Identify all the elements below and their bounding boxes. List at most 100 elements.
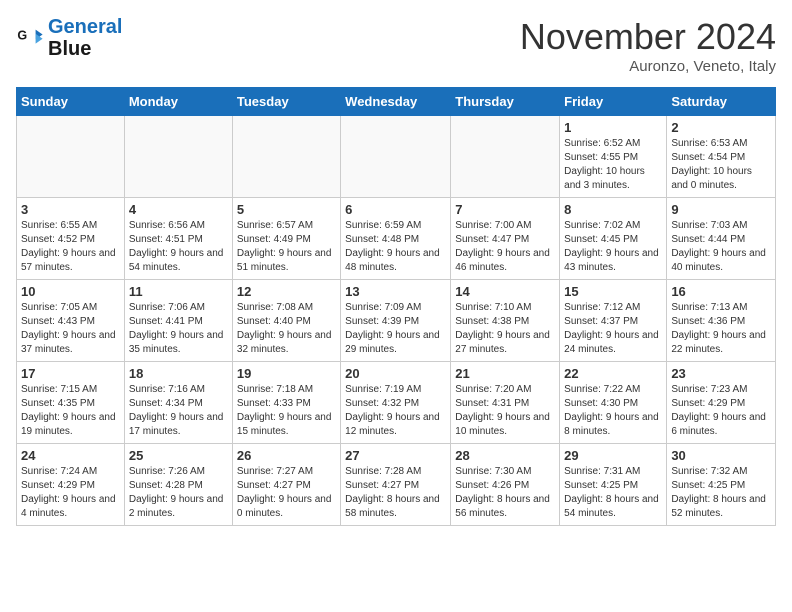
day-info: Sunrise: 6:59 AM Sunset: 4:48 PM Dayligh…: [345, 219, 446, 275]
logo-icon: G: [16, 24, 44, 52]
calendar-cell: [232, 116, 340, 198]
day-number: 23: [671, 366, 771, 381]
day-number: 10: [21, 284, 120, 299]
day-number: 8: [564, 202, 662, 217]
day-header-thursday: Thursday: [451, 88, 560, 116]
calendar-cell: 1Sunrise: 6:52 AM Sunset: 4:55 PM Daylig…: [560, 116, 667, 198]
day-number: 16: [671, 284, 771, 299]
day-number: 26: [237, 448, 336, 463]
calendar-week-row: 10 Sunrise: 7:05 AM Sunset: 4:43 PM Dayli…: [17, 280, 776, 362]
location: Auronzo, Veneto, Italy: [520, 58, 776, 75]
day-info: Sunrise: 6:53 AM Sunset: 4:54 PM Dayligh…: [671, 137, 771, 193]
calendar-cell: 20 Sunrise: 7:19 AM Sunset: 4:32 PM Dayli…: [341, 362, 451, 444]
day-number: 13: [345, 284, 446, 299]
svg-text:G: G: [17, 28, 27, 42]
day-info: Sunrise: 7:20 AM Sunset: 4:31 PM Dayligh…: [455, 383, 555, 439]
day-info: Sunrise: 7:16 AM Sunset: 4:34 PM Dayligh…: [129, 383, 228, 439]
day-header-monday: Monday: [124, 88, 232, 116]
day-info: Sunrise: 7:31 AM Sunset: 4:25 PM Dayligh…: [564, 465, 662, 521]
day-number: 25: [129, 448, 228, 463]
day-number: 24: [21, 448, 120, 463]
day-info: Sunrise: 7:27 AM Sunset: 4:27 PM Dayligh…: [237, 465, 336, 521]
day-header-tuesday: Tuesday: [232, 88, 340, 116]
day-number: 29: [564, 448, 662, 463]
title-block: November 2024 Auronzo, Veneto, Italy: [520, 16, 776, 75]
day-number: 28: [455, 448, 555, 463]
day-header-friday: Friday: [560, 88, 667, 116]
calendar-cell: 17 Sunrise: 7:15 AM Sunset: 4:35 PM Dayli…: [17, 362, 125, 444]
day-number: 27: [345, 448, 446, 463]
calendar-cell: 18 Sunrise: 7:16 AM Sunset: 4:34 PM Dayli…: [124, 362, 232, 444]
month-title: November 2024: [520, 16, 776, 58]
day-info: Sunrise: 7:26 AM Sunset: 4:28 PM Dayligh…: [129, 465, 228, 521]
day-info: Sunrise: 7:00 AM Sunset: 4:47 PM Dayligh…: [455, 219, 555, 275]
day-info: Sunrise: 7:24 AM Sunset: 4:29 PM Dayligh…: [21, 465, 120, 521]
calendar-cell: 28 Sunrise: 7:30 AM Sunset: 4:26 PM Dayli…: [451, 444, 560, 526]
day-number: 18: [129, 366, 228, 381]
day-number: 19: [237, 366, 336, 381]
day-info: Sunrise: 7:05 AM Sunset: 4:43 PM Dayligh…: [21, 301, 120, 357]
calendar-cell: 3Sunrise: 6:55 AM Sunset: 4:52 PM Daylig…: [17, 198, 125, 280]
calendar-cell: [451, 116, 560, 198]
calendar-cell: 8 Sunrise: 7:02 AM Sunset: 4:45 PM Daylig…: [560, 198, 667, 280]
day-header-sunday: Sunday: [17, 88, 125, 116]
calendar-cell: 10 Sunrise: 7:05 AM Sunset: 4:43 PM Dayli…: [17, 280, 125, 362]
day-number: 5: [237, 202, 336, 217]
day-number: 14: [455, 284, 555, 299]
day-header-wednesday: Wednesday: [341, 88, 451, 116]
day-info: Sunrise: 7:23 AM Sunset: 4:29 PM Dayligh…: [671, 383, 771, 439]
header: G General Blue November 2024 Auronzo, Ve…: [16, 16, 776, 75]
calendar-cell: 7 Sunrise: 7:00 AM Sunset: 4:47 PM Daylig…: [451, 198, 560, 280]
page-container: G General Blue November 2024 Auronzo, Ve…: [0, 0, 792, 542]
day-number: 20: [345, 366, 446, 381]
calendar-cell: 29 Sunrise: 7:31 AM Sunset: 4:25 PM Dayli…: [560, 444, 667, 526]
day-info: Sunrise: 7:15 AM Sunset: 4:35 PM Dayligh…: [21, 383, 120, 439]
calendar-cell: 16Sunrise: 7:13 AM Sunset: 4:36 PM Dayli…: [667, 280, 776, 362]
calendar-cell: 2 Sunrise: 6:53 AM Sunset: 4:54 PM Daylig…: [667, 116, 776, 198]
day-info: Sunrise: 7:02 AM Sunset: 4:45 PM Dayligh…: [564, 219, 662, 275]
day-info: Sunrise: 7:08 AM Sunset: 4:40 PM Dayligh…: [237, 301, 336, 357]
day-info: Sunrise: 7:12 AM Sunset: 4:37 PM Dayligh…: [564, 301, 662, 357]
calendar-cell: 15Sunrise: 7:12 AM Sunset: 4:37 PM Dayli…: [560, 280, 667, 362]
calendar-cell: [124, 116, 232, 198]
calendar-cell: 19 Sunrise: 7:18 AM Sunset: 4:33 PM Dayli…: [232, 362, 340, 444]
calendar-cell: [17, 116, 125, 198]
day-number: 7: [455, 202, 555, 217]
day-number: 9: [671, 202, 771, 217]
day-number: 30: [671, 448, 771, 463]
calendar-week-row: 17 Sunrise: 7:15 AM Sunset: 4:35 PM Dayli…: [17, 362, 776, 444]
calendar-cell: 21 Sunrise: 7:20 AM Sunset: 4:31 PM Dayli…: [451, 362, 560, 444]
calendar-cell: 6 Sunrise: 6:59 AM Sunset: 4:48 PM Daylig…: [341, 198, 451, 280]
day-number: 21: [455, 366, 555, 381]
day-number: 17: [21, 366, 120, 381]
day-info: Sunrise: 6:56 AM Sunset: 4:51 PM Dayligh…: [129, 219, 228, 275]
day-info: Sunrise: 7:06 AM Sunset: 4:41 PM Dayligh…: [129, 301, 228, 357]
calendar-cell: 22Sunrise: 7:22 AM Sunset: 4:30 PM Dayli…: [560, 362, 667, 444]
day-number: 3: [21, 202, 120, 217]
day-info: Sunrise: 7:30 AM Sunset: 4:26 PM Dayligh…: [455, 465, 555, 521]
calendar-cell: 14Sunrise: 7:10 AM Sunset: 4:38 PM Dayli…: [451, 280, 560, 362]
day-number: 6: [345, 202, 446, 217]
calendar-table: SundayMondayTuesdayWednesdayThursdayFrid…: [16, 87, 776, 526]
calendar-cell: 13 Sunrise: 7:09 AM Sunset: 4:39 PM Dayli…: [341, 280, 451, 362]
calendar-cell: 23 Sunrise: 7:23 AM Sunset: 4:29 PM Dayli…: [667, 362, 776, 444]
calendar-cell: 27 Sunrise: 7:28 AM Sunset: 4:27 PM Dayli…: [341, 444, 451, 526]
calendar-cell: 11 Sunrise: 7:06 AM Sunset: 4:41 PM Dayli…: [124, 280, 232, 362]
day-info: Sunrise: 7:18 AM Sunset: 4:33 PM Dayligh…: [237, 383, 336, 439]
day-info: Sunrise: 6:52 AM Sunset: 4:55 PM Dayligh…: [564, 137, 662, 193]
calendar-cell: 4Sunrise: 6:56 AM Sunset: 4:51 PM Daylig…: [124, 198, 232, 280]
logo: G General Blue: [16, 16, 122, 60]
calendar-header-row: SundayMondayTuesdayWednesdayThursdayFrid…: [17, 88, 776, 116]
calendar-cell: 25 Sunrise: 7:26 AM Sunset: 4:28 PM Dayli…: [124, 444, 232, 526]
day-info: Sunrise: 7:22 AM Sunset: 4:30 PM Dayligh…: [564, 383, 662, 439]
calendar-week-row: 1Sunrise: 6:52 AM Sunset: 4:55 PM Daylig…: [17, 116, 776, 198]
day-info: Sunrise: 7:09 AM Sunset: 4:39 PM Dayligh…: [345, 301, 446, 357]
day-number: 11: [129, 284, 228, 299]
day-number: 12: [237, 284, 336, 299]
day-info: Sunrise: 7:19 AM Sunset: 4:32 PM Dayligh…: [345, 383, 446, 439]
day-info: Sunrise: 7:28 AM Sunset: 4:27 PM Dayligh…: [345, 465, 446, 521]
logo-text: General Blue: [48, 16, 122, 60]
day-info: Sunrise: 6:57 AM Sunset: 4:49 PM Dayligh…: [237, 219, 336, 275]
calendar-cell: 24 Sunrise: 7:24 AM Sunset: 4:29 PM Dayli…: [17, 444, 125, 526]
day-number: 2: [671, 120, 771, 135]
